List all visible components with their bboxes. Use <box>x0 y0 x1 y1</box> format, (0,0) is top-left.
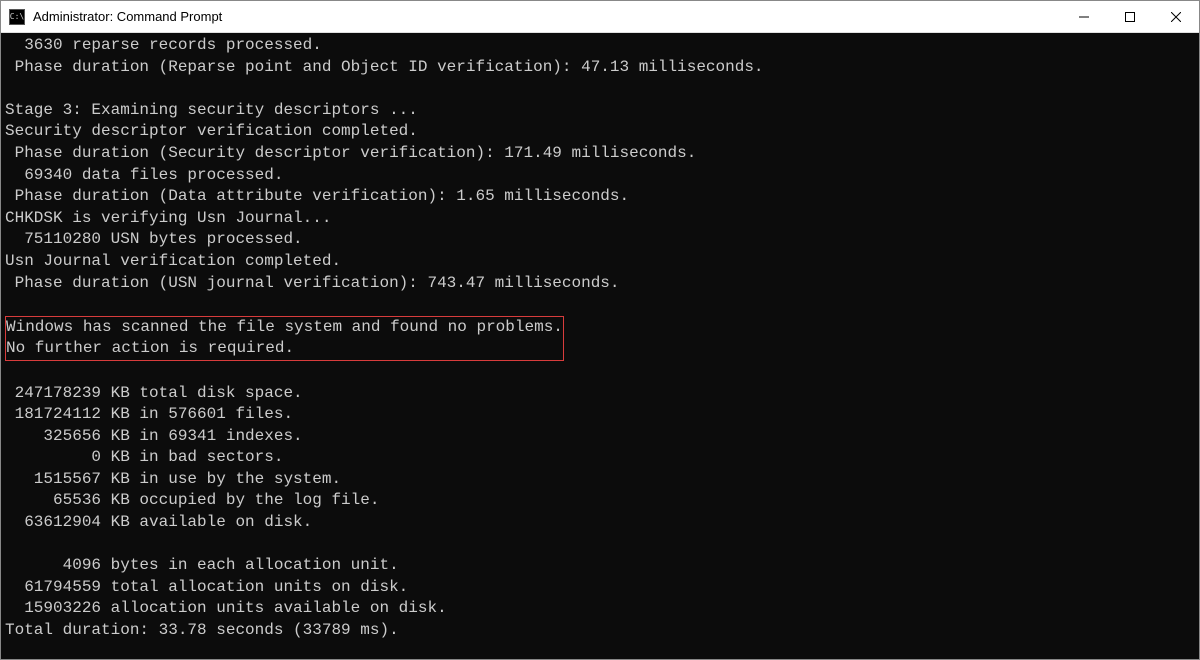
output-line: 63612904 KB available on disk. <box>5 513 312 531</box>
output-line: CHKDSK is verifying Usn Journal... <box>5 209 331 227</box>
output-line: 325656 KB in 69341 indexes. <box>5 427 303 445</box>
output-line: Phase duration (Reparse point and Object… <box>5 58 764 76</box>
output-line: 15903226 allocation units available on d… <box>5 599 447 617</box>
window-title: Administrator: Command Prompt <box>33 9 1061 24</box>
output-line: Phase duration (Data attribute verificat… <box>5 187 629 205</box>
output-line: 4096 bytes in each allocation unit. <box>5 556 399 574</box>
output-line: 3630 reparse records processed. <box>5 36 322 54</box>
command-prompt-window: C:\ Administrator: Command Prompt 3630 r… <box>0 0 1200 660</box>
output-line: Usn Journal verification completed. <box>5 252 341 270</box>
output-line: Total duration: 33.78 seconds (33789 ms)… <box>5 621 399 639</box>
terminal-output[interactable]: 3630 reparse records processed. Phase du… <box>1 33 1199 659</box>
output-line: 181724112 KB in 576601 files. <box>5 405 293 423</box>
output-line: 247178239 KB total disk space. <box>5 384 303 402</box>
maximize-button[interactable] <box>1107 1 1153 32</box>
output-line: 65536 KB occupied by the log file. <box>5 491 379 509</box>
window-controls <box>1061 1 1199 32</box>
result-line-1: Windows has scanned the file system and … <box>6 318 563 336</box>
maximize-icon <box>1125 12 1135 22</box>
output-line: 69340 data files processed. <box>5 166 283 184</box>
minimize-icon <box>1079 12 1089 22</box>
output-line: Phase duration (Security descriptor veri… <box>5 144 696 162</box>
result-line-2: No further action is required. <box>6 339 563 357</box>
output-line: Security descriptor verification complet… <box>5 122 418 140</box>
output-line: 61794559 total allocation units on disk. <box>5 578 408 596</box>
output-line: Stage 3: Examining security descriptors … <box>5 101 418 119</box>
minimize-button[interactable] <box>1061 1 1107 32</box>
output-line: Phase duration (USN journal verification… <box>5 274 620 292</box>
title-bar[interactable]: C:\ Administrator: Command Prompt <box>1 1 1199 33</box>
cmd-icon: C:\ <box>9 9 25 25</box>
output-line: 75110280 USN bytes processed. <box>5 230 303 248</box>
result-highlight-box: Windows has scanned the file system and … <box>5 316 564 361</box>
output-line: 1515567 KB in use by the system. <box>5 470 341 488</box>
close-button[interactable] <box>1153 1 1199 32</box>
close-icon <box>1171 12 1181 22</box>
output-line: 0 KB in bad sectors. <box>5 448 283 466</box>
